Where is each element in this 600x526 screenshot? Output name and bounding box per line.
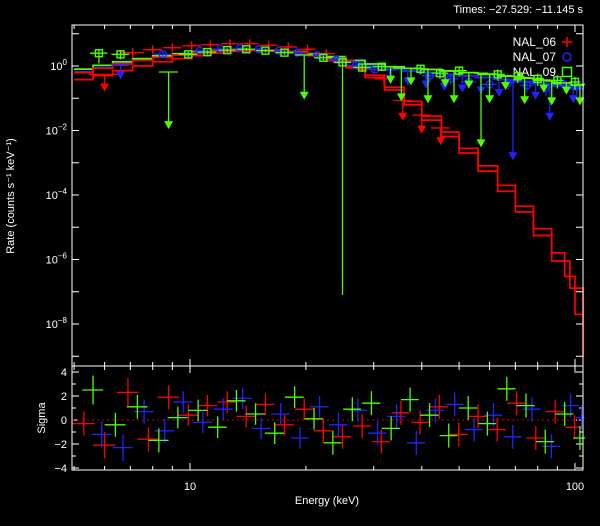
down-arrow-icon (477, 139, 486, 147)
down-arrow-icon (164, 121, 173, 129)
down-arrow-icon (300, 92, 309, 100)
xspec-plot-window: Times: −27.529: −11.145 s NAL_06 NAL_07 … (0, 0, 600, 526)
model-line-nal_06 (74, 50, 583, 357)
axis-tick-labels: 100 10−2 10−4 10−6 10−8 −4 −2 0 2 4 (46, 58, 68, 475)
down-arrow-icon (520, 96, 529, 104)
legend-label-nal06: NAL_06 (513, 35, 557, 49)
legend-markers (562, 37, 572, 77)
down-arrow-icon (398, 113, 407, 121)
down-arrow-icon (485, 95, 494, 103)
x-tick-label-100: 100 (566, 481, 584, 493)
residual-series-nal_09 (82, 376, 586, 455)
down-arrow-icon (386, 76, 395, 84)
legend-square-icon (563, 68, 572, 77)
down-arrow-icon (436, 137, 445, 145)
spectrum-data-points (89, 39, 586, 295)
down-arrow-icon (417, 126, 426, 134)
sigma-tick-label: 4 (61, 367, 67, 379)
down-arrow-icon (495, 89, 504, 97)
plot-title: Times: −27.529: −11.145 s (453, 4, 583, 16)
model-step-lines (74, 50, 583, 357)
model-line-nal_06_alt (74, 51, 583, 332)
down-arrow-icon (508, 152, 517, 160)
sigma-tick-label: −4 (54, 463, 67, 475)
down-arrow-icon (569, 95, 578, 103)
y-tick-label: 10−8 (46, 316, 68, 331)
y-tick-label: 100 (50, 58, 67, 73)
axis-ticks (72, 25, 583, 470)
down-arrow-icon (421, 81, 430, 89)
top-y-axis-label: Rate (counts s⁻¹ keV⁻¹) (5, 138, 17, 254)
data-series-nal_06 (89, 39, 450, 145)
down-arrow-icon (458, 85, 467, 93)
y-tick-label: 10−6 (46, 252, 68, 267)
y-tick-label: 10−2 (46, 123, 68, 138)
down-arrow-icon (423, 95, 432, 103)
legend-label-nal07: NAL_07 (513, 50, 557, 64)
residual-series-nal_07 (92, 388, 588, 461)
x-axis-label: Energy (keV) (295, 495, 359, 507)
legend-circle-icon (563, 53, 571, 61)
sigma-tick-label: −2 (54, 439, 67, 451)
down-arrow-icon (531, 92, 540, 100)
down-arrow-icon (116, 72, 125, 80)
residual-points (72, 376, 587, 461)
y-tick-label: 10−4 (46, 187, 68, 202)
bottom-y-axis-label: Sigma (36, 402, 48, 434)
sigma-tick-label: 2 (61, 391, 67, 403)
sigma-tick-label: 0 (61, 415, 67, 427)
down-arrow-icon (562, 87, 571, 95)
x-tick-label-10: 10 (184, 481, 196, 493)
down-arrow-icon (545, 113, 554, 121)
spectrum-plot-canvas: Times: −27.529: −11.145 s NAL_06 NAL_07 … (0, 0, 600, 526)
down-arrow-icon (547, 97, 556, 105)
down-arrow-icon (450, 95, 459, 103)
down-arrow-icon (100, 84, 109, 92)
